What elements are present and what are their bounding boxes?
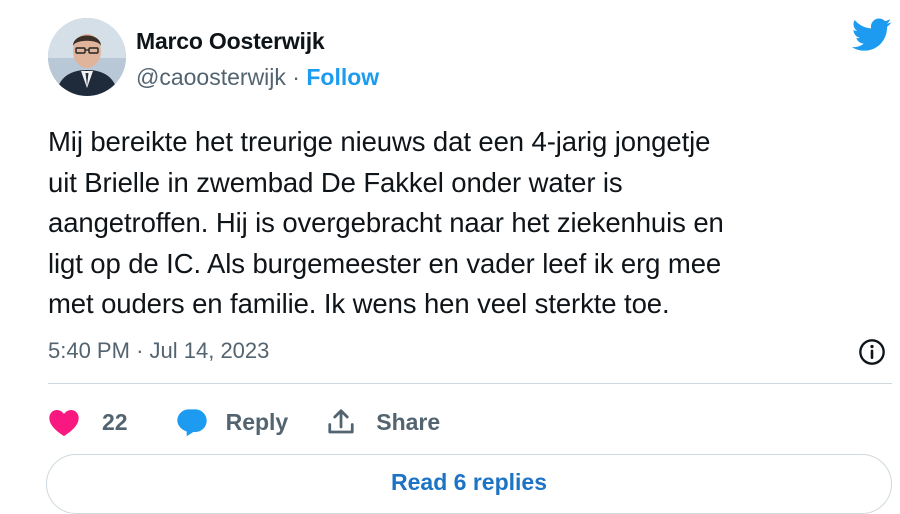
follow-button[interactable]: Follow bbox=[306, 64, 379, 90]
tweet-time: 5:40 PM bbox=[48, 338, 130, 363]
like-count: 22 bbox=[102, 408, 128, 435]
reply-bubble-icon bbox=[176, 409, 207, 437]
tweet-actions: 22 Reply Share bbox=[48, 402, 440, 442]
tweet-timestamp[interactable]: 5:40 PM · Jul 14, 2023 bbox=[48, 338, 269, 364]
avatar[interactable] bbox=[48, 18, 126, 96]
author-handle[interactable]: @caoosterwijk bbox=[136, 64, 286, 90]
info-icon[interactable] bbox=[858, 338, 886, 366]
twitter-bird-icon[interactable] bbox=[852, 18, 892, 52]
author-handle-row: @caoosterwijk · Follow bbox=[136, 64, 379, 91]
reply-button[interactable]: Reply bbox=[176, 407, 289, 437]
read-replies-button[interactable]: Read 6 replies bbox=[46, 454, 892, 514]
tweet-line: Mij bereikte het treurige nieuws dat een… bbox=[48, 126, 711, 157]
share-button[interactable]: Share bbox=[326, 407, 440, 437]
tweet-line: met ouders en familie. Ik wens hen veel … bbox=[48, 288, 670, 319]
divider bbox=[48, 383, 892, 384]
handle-separator: · bbox=[292, 64, 300, 90]
tweet-line: ligt op de IC. Als burgemeester en vader… bbox=[48, 247, 722, 279]
reply-label: Reply bbox=[225, 408, 289, 435]
share-upload-icon bbox=[328, 409, 354, 434]
tweet-date: Jul 14, 2023 bbox=[149, 338, 270, 363]
avatar-photo bbox=[48, 18, 126, 96]
tweet-line: aangetroffen. Hij is overgebracht naar h… bbox=[48, 207, 724, 238]
tweet-text: Mij bereikte het treurige nieuws dat een… bbox=[48, 122, 878, 325]
author-name[interactable]: Marco Oosterwijk bbox=[136, 28, 325, 55]
heart-icon bbox=[49, 410, 79, 437]
share-label: Share bbox=[376, 408, 441, 435]
tweet-line: uit Brielle in zwembad De Fakkel onder w… bbox=[48, 166, 623, 198]
like-button[interactable]: 22 bbox=[48, 407, 128, 437]
meta-separator: · bbox=[136, 338, 144, 363]
